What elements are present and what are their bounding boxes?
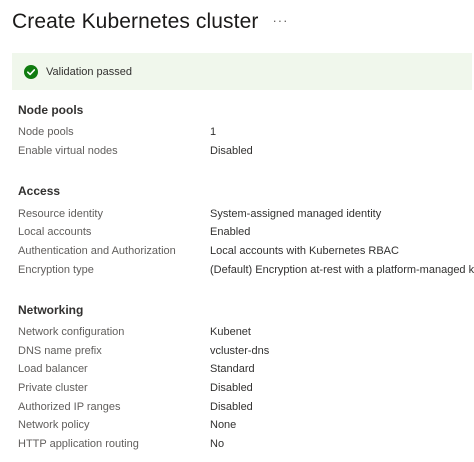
summary-row: Resource identity System-assigned manage… — [18, 206, 468, 222]
row-value: Enabled — [210, 226, 251, 238]
section-access: Access Resource identity System-assigned… — [18, 183, 474, 276]
section-networking: Networking Network configuration Kubenet… — [18, 302, 468, 450]
row-value: Disabled — [210, 382, 253, 394]
row-label: HTTP application routing — [18, 438, 139, 450]
row-label: Local accounts — [18, 226, 92, 238]
row-value: vcluster-dns — [210, 345, 270, 357]
review-create-page: Create Kubernetes cluster ··· Validation… — [0, 0, 474, 462]
row-value: 1 — [210, 126, 217, 138]
check-circle-icon — [24, 64, 38, 79]
row-label: Network policy — [18, 419, 90, 431]
validation-message: Validation passed — [46, 65, 133, 78]
section-heading: Access — [18, 184, 61, 198]
row-label: Enable virtual nodes — [18, 145, 118, 157]
section-heading: Node pools — [18, 103, 84, 117]
more-options-button[interactable]: ··· — [272, 14, 288, 27]
summary-row: Network configuration Kubenet — [18, 324, 468, 340]
summary-row: Node pools 1 — [18, 124, 468, 140]
row-label: Authorized IP ranges — [18, 401, 121, 413]
page-title: Create Kubernetes cluster — [12, 10, 259, 33]
row-label: Encryption type — [18, 264, 94, 276]
section-node-pools: Node pools Node pools 1 Enable virtual n… — [18, 102, 468, 157]
row-value: Disabled — [210, 145, 253, 157]
page-header: Create Kubernetes cluster ··· — [12, 6, 288, 38]
row-label: Node pools — [18, 126, 74, 138]
row-label: Authentication and Authorization — [18, 245, 176, 257]
summary-row: Local accounts Enabled — [18, 224, 468, 240]
summary-row: HTTP application routing No — [18, 436, 468, 452]
row-value: No — [210, 438, 225, 450]
summary-row: Private cluster Disabled — [18, 380, 468, 396]
row-value: System-assigned managed identity — [210, 208, 382, 220]
row-label: Network configuration — [18, 326, 125, 338]
row-value: Standard — [210, 363, 255, 375]
summary-row: Encryption type (Default) Encryption at-… — [18, 262, 474, 278]
row-label: Load balancer — [18, 363, 88, 375]
row-value: (Default) Encryption at-rest with a plat… — [210, 264, 474, 276]
row-label: Resource identity — [18, 208, 103, 220]
summary-row: Load balancer Standard — [18, 361, 468, 377]
summary-row: Authentication and Authorization Local a… — [18, 243, 468, 259]
summary-row: Enable virtual nodes Disabled — [18, 143, 468, 159]
row-value: Kubenet — [210, 326, 251, 338]
row-label: DNS name prefix — [18, 345, 102, 357]
validation-banner: Validation passed — [12, 53, 472, 90]
row-value: Local accounts with Kubernetes RBAC — [210, 245, 399, 257]
row-value: None — [210, 419, 237, 431]
summary-row: DNS name prefix vcluster-dns — [18, 343, 468, 359]
row-label: Private cluster — [18, 382, 88, 394]
summary-row: Authorized IP ranges Disabled — [18, 399, 468, 415]
row-value: Disabled — [210, 401, 253, 413]
summary-row: Network policy None — [18, 417, 468, 433]
section-heading: Networking — [18, 303, 84, 317]
